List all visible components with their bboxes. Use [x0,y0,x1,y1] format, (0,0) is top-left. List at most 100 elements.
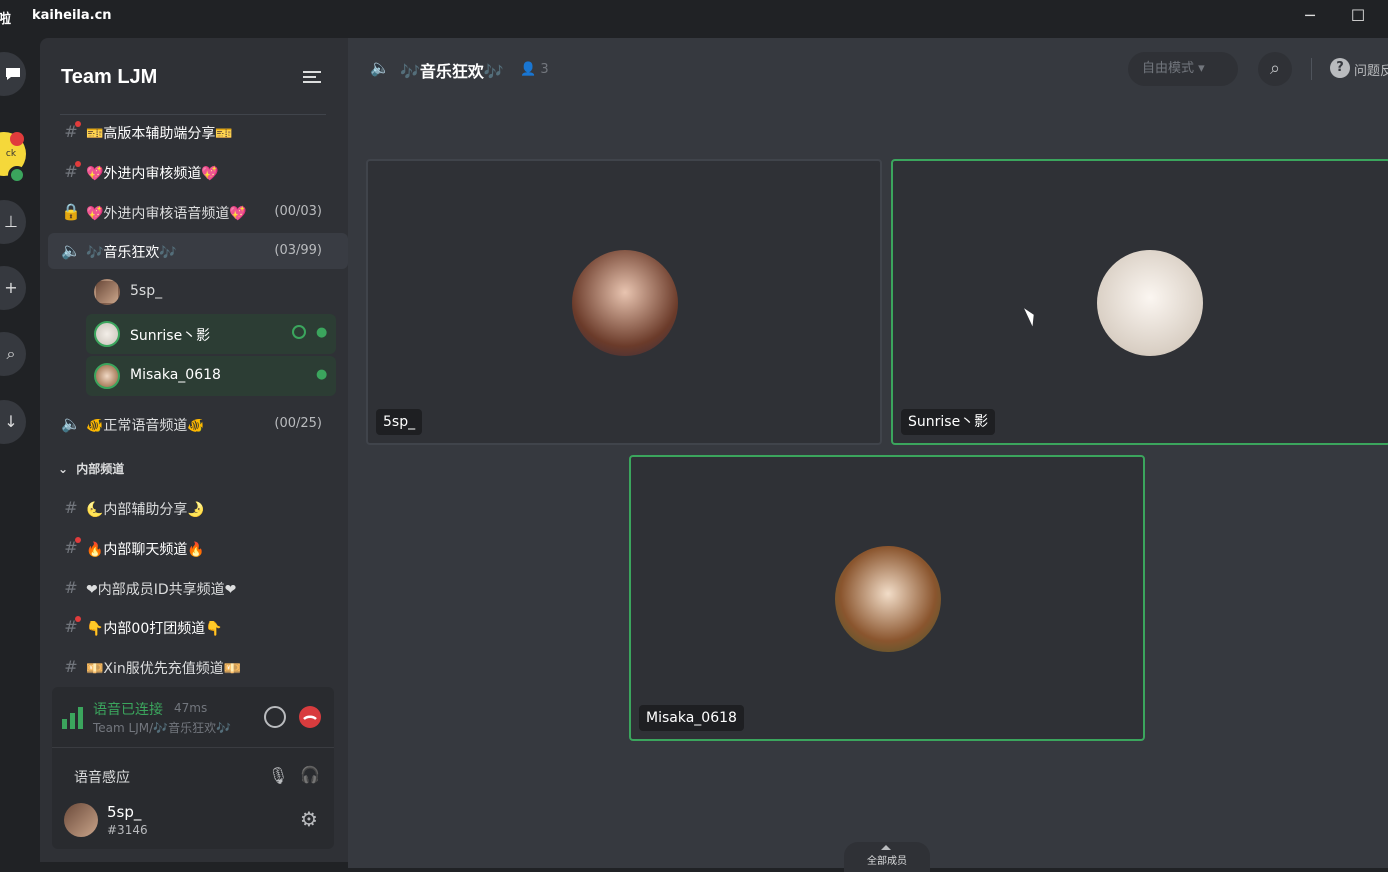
server-header[interactable]: Team LJM [40,38,348,116]
music-icon[interactable] [264,706,286,728]
search-icon[interactable]: ⌕ [0,332,26,376]
channel-label: 💖外进内审核频道💖 [86,166,219,182]
signal-icon [62,705,86,729]
avatar [1097,250,1203,356]
channel-count: (00/03) [274,204,322,219]
channel-label: 💴Xin服优先充值频道💴 [86,661,242,677]
channel-count: (03/99) [274,243,322,258]
chat-icon[interactable] [0,52,26,96]
voice-path: Team LJM/🎶音乐狂欢🎶 [93,721,232,735]
mode-dropdown[interactable]: 自由模式 ▾ [1128,52,1238,86]
channel-label: ❤内部成员ID共享频道❤ [86,582,237,598]
voice-user-name: 5sp_ [130,283,163,299]
channel-item[interactable]: # ❤内部成员ID共享频道❤ [48,570,348,606]
server-rail: ck ⊥ + ⌕ ↓ [0,38,40,868]
channel-item[interactable]: # 🔥内部聊天频道🔥 [48,530,348,566]
channel-item[interactable]: # 🌜内部辅助分享🌛 [48,490,348,526]
hash-icon: # [64,498,78,517]
channel-label: 👇内部00打团频道👇 [86,621,223,637]
add-icon[interactable]: + [0,266,26,310]
divider [52,747,334,748]
channel-item[interactable]: # 🎫高版本辅助端分享🎫 [48,114,348,150]
avatar [572,250,678,356]
video-tile[interactable]: Sunrise丶影 [891,159,1388,445]
channel-item[interactable]: 🔈 🐠正常语音频道🐠 (00/25) [48,406,348,442]
mic-icon: ● [316,367,328,382]
speaker-icon: 🔈 [370,58,390,77]
divider [1311,58,1312,80]
caret-down-icon: ▾ [1198,61,1205,76]
channel-label: 🐠正常语音频道🐠 [86,418,205,434]
hash-icon: # [61,161,81,182]
headphones-icon[interactable]: 🎧 [300,765,320,784]
caret-up-icon [881,845,891,850]
tile-name: 5sp_ [376,409,423,435]
minimize-button[interactable]: ─ [1295,4,1325,28]
download-icon[interactable]: ↓ [0,400,26,444]
mic-icon: ● [316,325,328,340]
menu-icon[interactable] [303,68,321,86]
voice-ping: 47ms [174,701,208,715]
video-tile[interactable]: Misaka_0618 [629,455,1145,741]
channel-label: 🔥内部聊天频道🔥 [86,542,205,558]
category-label: 内部频道 [76,462,125,476]
chevron-down-icon: ⌄ [58,462,69,476]
channel-item[interactable]: # 💴Xin服优先充值频道💴 [48,649,348,685]
avatar [94,321,120,347]
app-domain: kaiheila.cn [32,8,112,23]
voice-user[interactable]: 5sp_ [86,272,336,312]
channel-label: 🌜内部辅助分享🌛 [86,502,205,518]
tile-name: Sunrise丶影 [901,409,996,435]
voice-user[interactable]: Sunrise丶影 ● [86,314,336,354]
voice-user-name: Sunrise丶影 [130,328,211,344]
avatar [94,279,120,305]
lock-icon: 🔒 [61,202,81,221]
app-name: 啦 [0,12,12,27]
avatar[interactable] [64,803,98,837]
hangup-icon[interactable] [299,706,321,728]
voice-status: 语音已连接 [93,702,163,718]
help-label[interactable]: 问题反 [1354,60,1388,79]
category-header[interactable]: ⌄ 内部频道 [58,460,124,477]
channel-label: 💖外进内审核语音频道💖 [86,206,247,222]
hash-icon: # [61,121,81,142]
user-name: 5sp_ [107,803,142,821]
search-button[interactable]: ⌕ [1258,52,1292,86]
channel-sidebar: Team LJM # 🎫高版本辅助端分享🎫 # 💖外进内审核频道💖 🔒 💖外进内… [40,38,348,862]
unread-badge [10,132,24,146]
help-icon[interactable]: ? [1330,58,1350,78]
user-tag: #3146 [107,823,148,837]
title-bar: 啦 kaiheila.cn ─ ☐ [0,0,1388,38]
channel-title: 🎶音乐狂欢🎶 [400,62,504,81]
voice-connection-panel: 语音已连接 47ms Team LJM/🎶音乐狂欢🎶 语音感应 🎙 🎧 5sp_… [52,687,334,849]
speaker-icon: 🔈 [61,241,81,260]
channel-count: (00/25) [274,416,322,431]
video-tile[interactable]: 5sp_ [366,159,882,445]
speaker-icon: 🔈 [61,414,81,433]
channel-label: 🎶音乐狂欢🎶 [86,245,177,261]
channel-item[interactable]: 🔒 💖外进内审核语音频道💖 (00/03) [48,194,348,230]
tile-name: Misaka_0618 [639,705,744,731]
maximize-button[interactable]: ☐ [1343,4,1373,28]
member-count: 👤 3 [520,62,549,77]
hash-icon: # [64,657,78,676]
hash-icon: # [61,616,81,637]
gear-icon[interactable]: ⚙ [300,807,318,831]
voice-stage: 🔈 🎶音乐狂欢🎶 👤 3 自由模式 ▾ ⌕ ? 问题反 5sp_ Sunrise… [348,38,1388,872]
voice-user-name: Misaka_0618 [130,367,221,383]
voice-user[interactable]: Misaka_0618 ● [86,356,336,396]
channel-item-active[interactable]: 🔈 🎶音乐狂欢🎶 (03/99) [48,233,348,269]
voice-active-icon [8,166,26,184]
avatar [835,546,941,652]
channel-label: 🎫高版本辅助端分享🎫 [86,126,233,142]
channel-item[interactable]: # 💖外进内审核频道💖 [48,154,348,190]
music-icon [292,325,306,339]
voice-mode[interactable]: 语音感应 [74,767,130,787]
server-name: Team LJM [61,66,158,88]
avatar [94,363,120,389]
hash-icon: # [61,537,81,558]
hash-icon: # [64,578,78,597]
user-icon[interactable]: ⊥ [0,200,26,244]
microphone-icon[interactable]: 🎙 [268,766,288,785]
channel-item[interactable]: # 👇内部00打团频道👇 [48,609,348,645]
